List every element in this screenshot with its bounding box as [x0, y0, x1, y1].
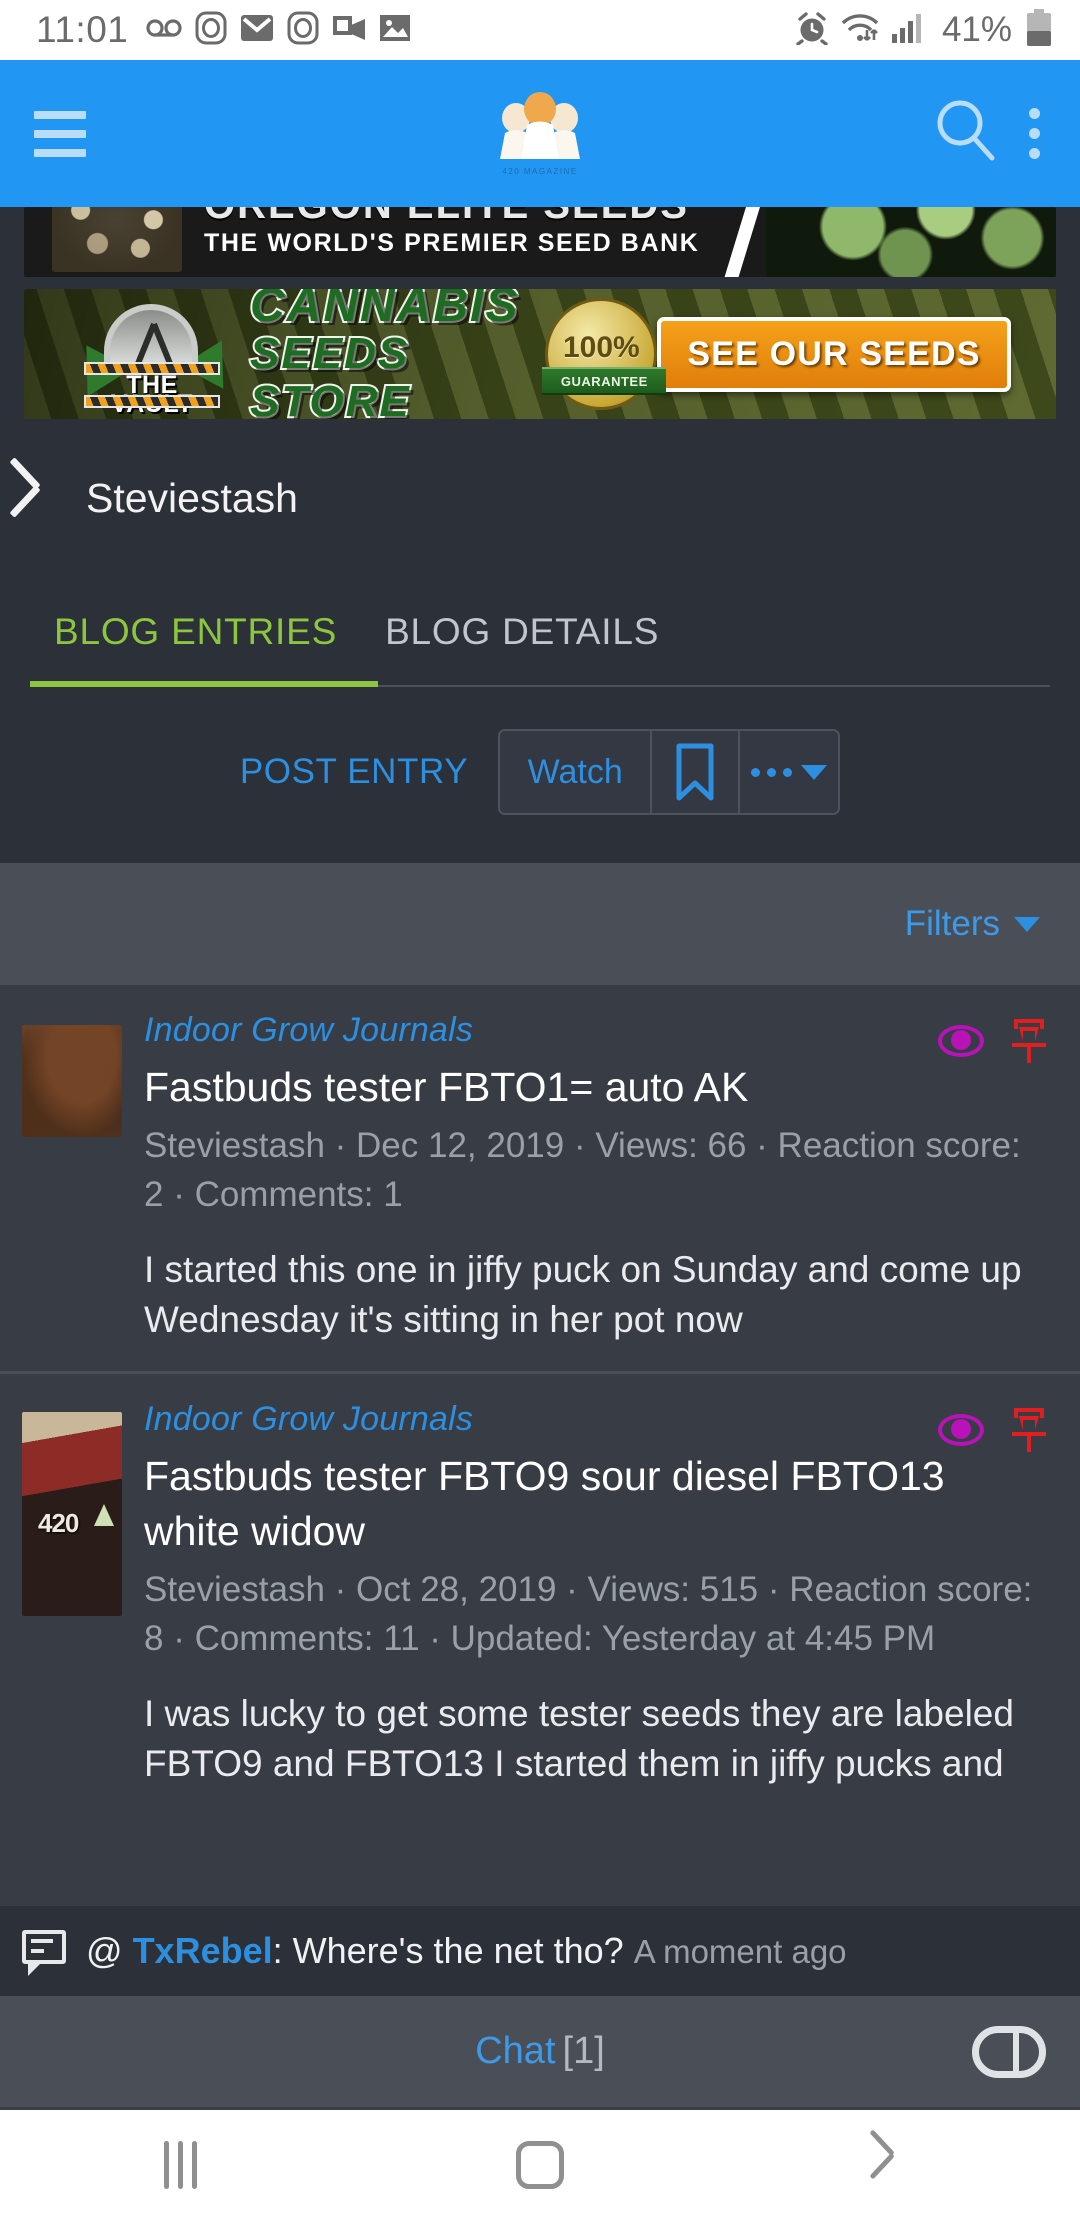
app-bar-actions: [935, 99, 1046, 168]
hamburger-menu-icon[interactable]: [34, 110, 86, 157]
signal-icon: [891, 12, 925, 49]
entry-excerpt: I was lucky to get some tester seeds the…: [144, 1693, 1014, 1784]
entry-actions: POST ENTRY Watch: [0, 687, 1080, 863]
kebab-menu-icon[interactable]: [1023, 102, 1046, 165]
eye-icon: [938, 1414, 984, 1446]
status-bar-clock: 11:01: [36, 9, 129, 50]
bookmark-icon[interactable]: [652, 731, 741, 813]
chat-bubble-icon: [22, 1930, 68, 1976]
app-bar: 420 MAGAZINE: [0, 60, 1080, 207]
page-header: Steviestash BLOG ENTRIES BLOG DETAILS PO…: [0, 419, 1080, 863]
caret-down-icon: [1014, 916, 1040, 932]
vault-ad-title-line1: CANNABIS: [248, 289, 520, 332]
ad-subhead: THE WORLD'S PREMIER SEED BANK: [204, 229, 700, 257]
entry-status-icons: [938, 1408, 1046, 1452]
list-item[interactable]: Indoor Grow Journals Fastbuds tester FBT…: [0, 985, 1080, 1371]
tab-blog-details[interactable]: BLOG DETAILS: [361, 611, 683, 687]
vault-ad-title-line2: SEEDS STORE: [248, 328, 411, 420]
battery-icon: [1026, 8, 1052, 52]
page-title: Steviestash: [86, 474, 298, 521]
blog-entry-list: Indoor Grow Journals Fastbuds tester FBT…: [0, 985, 1080, 1815]
ad-banner-oregon-elite-seeds[interactable]: OREGON ELITE SEEDS THE WORLD'S PREMIER S…: [24, 207, 1056, 277]
breadcrumb: Steviestash: [0, 419, 1080, 539]
site-logo: 420 MAGAZINE: [0, 60, 1080, 207]
entry-title[interactable]: Fastbuds tester FBTO9 sour diesel FBTO13…: [144, 1449, 1042, 1559]
wifi-icon: [840, 12, 880, 49]
caret-down-icon: [801, 764, 828, 780]
gallery-icon: [379, 13, 411, 48]
entry-thumbnail[interactable]: [22, 1025, 122, 1137]
eye-icon: [938, 1025, 984, 1057]
entry-thumbnail[interactable]: [22, 1412, 122, 1616]
entry-title[interactable]: Fastbuds tester FBTO1= auto AK: [144, 1060, 1042, 1115]
pin-icon: [1012, 1019, 1046, 1063]
chat-toggle-icon[interactable]: [972, 2025, 1046, 2078]
status-bar: 11:01 41%: [0, 0, 1080, 60]
chat-timestamp: A moment ago: [633, 1933, 847, 1970]
filters-label: Filters: [904, 904, 1000, 943]
list-item[interactable]: Indoor Grow Journals Fastbuds tester FBT…: [0, 1371, 1080, 1815]
tab-active-indicator: [30, 681, 378, 687]
recents-icon: [163, 2141, 197, 2189]
gmail-icon: [240, 13, 274, 48]
entry-meta: Steviestash · Dec 12, 2019 · Views: 66 ·…: [144, 1126, 1021, 1214]
guarantee-badge-ribbon: GUARANTEE: [542, 367, 667, 395]
ad-bud-photo: [766, 207, 1056, 277]
guarantee-badge: 100% GUARANTEE: [542, 298, 667, 410]
status-bar-system-icons: 41%: [795, 8, 1052, 52]
entry-action-button-group: Watch: [498, 729, 841, 815]
watch-button[interactable]: Watch: [500, 731, 653, 813]
logo-figures-icon: [500, 92, 580, 159]
battery-percent-label: 41%: [941, 10, 1012, 49]
home-button[interactable]: [360, 2141, 720, 2189]
chat-username[interactable]: TxRebel: [133, 1930, 273, 1971]
ad-banner-the-vault[interactable]: THE VAULT CANNABIS SEEDS STORE 100% GUAR…: [24, 289, 1056, 419]
entry-forum-link[interactable]: Indoor Grow Journals: [144, 1011, 1042, 1050]
status-bar-notification-icons: [146, 11, 411, 50]
post-entry-button[interactable]: POST ENTRY: [240, 752, 468, 792]
chat-bar[interactable]: Chat [1]: [0, 1996, 1080, 2110]
filters-bar[interactable]: Filters: [0, 863, 1080, 985]
guarantee-badge-number: 100%: [562, 331, 640, 364]
chat-message: Where's the net tho?: [292, 1930, 624, 1971]
pin-icon: [1012, 1408, 1046, 1452]
chat-at-symbol: @: [86, 1930, 123, 1971]
tab-blog-entries[interactable]: BLOG ENTRIES: [30, 611, 361, 687]
vault-ad-title: CANNABIS SEEDS STORE: [248, 289, 520, 420]
instagram-icon: [287, 11, 319, 50]
recents-button[interactable]: [0, 2141, 360, 2189]
alarm-icon: [795, 11, 829, 50]
search-icon[interactable]: [935, 99, 997, 168]
home-icon: [516, 2141, 564, 2189]
back-button[interactable]: [720, 2143, 1080, 2187]
back-icon: [889, 2143, 911, 2187]
ad-headline: OREGON ELITE SEEDS: [204, 207, 699, 226]
entry-excerpt: I started this one in jiffy puck on Sund…: [144, 1249, 1022, 1340]
chevron-left-icon[interactable]: [32, 472, 62, 524]
vault-logo-icon: THE VAULT: [64, 300, 244, 417]
chat-unread-count: [1]: [562, 2030, 605, 2072]
entry-meta: Steviestash · Oct 28, 2019 · Views: 515 …: [144, 1570, 1033, 1658]
chat-notification-bar[interactable]: @ TxRebel: Where's the net tho? A moment…: [0, 1906, 1080, 1996]
chat-notification-text: @ TxRebel: Where's the net tho? A moment…: [86, 1930, 847, 1972]
ellipsis-icon: [751, 767, 793, 777]
chat-separator: :: [272, 1930, 283, 1971]
entry-status-icons: [938, 1019, 1046, 1063]
see-our-seeds-button[interactable]: SEE OUR SEEDS: [657, 316, 1011, 392]
advertisement-area: OREGON ELITE SEEDS THE WORLD'S PREMIER S…: [0, 207, 1080, 419]
entry-forum-link[interactable]: Indoor Grow Journals: [144, 1400, 1042, 1439]
voicemail-icon: [146, 15, 182, 46]
ad-seed-photo: [52, 207, 182, 272]
more-options-icon[interactable]: [740, 731, 839, 813]
logo-caption: 420 MAGAZINE: [502, 167, 578, 176]
tab-bar: BLOG ENTRIES BLOG DETAILS: [0, 611, 1080, 687]
instagram-icon: [195, 11, 227, 50]
chat-label[interactable]: Chat: [475, 2030, 555, 2073]
android-navigation-bar: [0, 2110, 1080, 2220]
outlook-icon: [332, 13, 366, 48]
